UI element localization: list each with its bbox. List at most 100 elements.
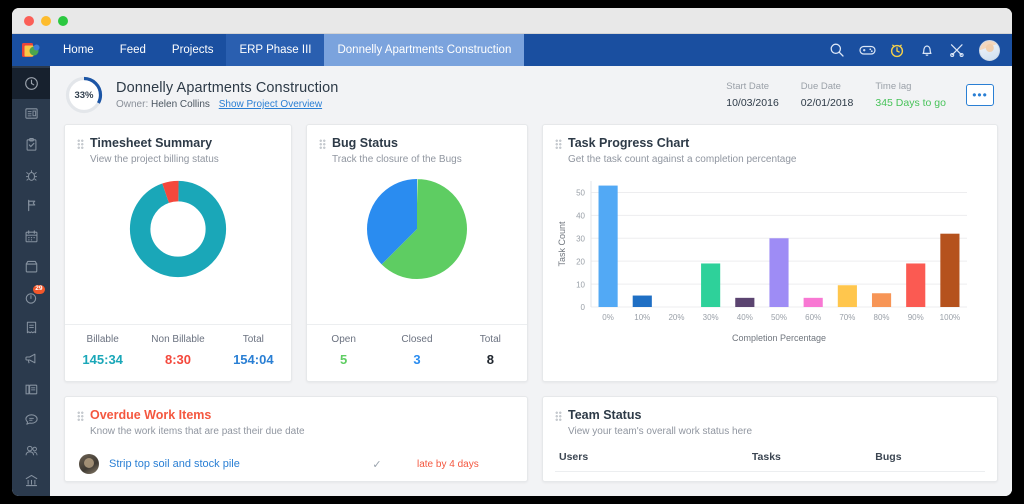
timer-icon[interactable]: [889, 42, 905, 58]
drag-handle-icon[interactable]: [77, 411, 84, 422]
project-meta-group: Start Date 10/03/2016 Due Date 02/01/201…: [726, 81, 946, 109]
svg-text:20: 20: [576, 257, 585, 266]
timesheet-stats: Billable 145:34 Non Billable 8:30 Total …: [65, 324, 291, 367]
meta-due-date: Due Date 02/01/2018: [801, 81, 854, 109]
stat-label: Closed: [380, 334, 453, 345]
meta-time-lag: Time lag 345 Days to go: [875, 81, 946, 109]
sidebar-item-calendar[interactable]: [12, 221, 50, 252]
card-title: Bug Status: [332, 136, 398, 150]
meta-value: 02/01/2018: [801, 97, 854, 109]
svg-text:10%: 10%: [634, 313, 650, 322]
card-subtitle: View your team's overall work status her…: [568, 426, 985, 437]
content-area: 33% Donnelly Apartments Construction Own…: [50, 66, 1012, 496]
card-task-progress-chart: Task Progress Chart Get the task count a…: [542, 124, 998, 382]
meta-value: 345 Days to go: [875, 97, 946, 109]
search-icon[interactable]: [829, 42, 845, 58]
card-overdue-work-items: Overdue Work Items Know the work items t…: [64, 396, 528, 482]
meta-value: 10/03/2016: [726, 97, 779, 109]
column-header-users: Users: [555, 451, 752, 463]
project-title-block: Donnelly Apartments Construction Owner: …: [116, 80, 726, 110]
card-title: Overdue Work Items: [90, 408, 211, 422]
column-header-bugs: Bugs: [875, 451, 985, 463]
card-subtitle: Get the task count against a completion …: [568, 154, 985, 165]
nav-item-home[interactable]: Home: [50, 34, 107, 66]
nav-label: Donnelly Apartments Construction: [337, 44, 511, 56]
app-logo-icon[interactable]: [12, 34, 50, 66]
card-bug-status: Bug Status Track the closure of the Bugs…: [306, 124, 528, 382]
card-header: Bug Status: [319, 136, 515, 150]
nav-item-projects[interactable]: Projects: [159, 34, 227, 66]
svg-text:10: 10: [576, 280, 585, 289]
svg-text:80%: 80%: [874, 313, 890, 322]
nav-item-donnelly-apartments-construction[interactable]: Donnelly Apartments Construction: [324, 34, 524, 66]
drag-handle-icon[interactable]: [555, 411, 562, 422]
dashboard-grid-bottom: Overdue Work Items Know the work items t…: [50, 396, 1012, 482]
sidebar-item-feed[interactable]: [12, 99, 50, 130]
show-project-overview-link[interactable]: Show Project Overview: [219, 99, 322, 110]
card-header: Task Progress Chart: [555, 136, 985, 150]
sidebar-item-dashboard[interactable]: [12, 68, 50, 99]
stat-closed: Closed 3: [380, 334, 453, 367]
progress-ring: 33%: [64, 75, 104, 115]
nav-label: Home: [63, 44, 94, 56]
sidebar-badge: 29: [33, 285, 45, 294]
drag-handle-icon[interactable]: [319, 139, 326, 150]
stat-value: 8: [454, 352, 527, 367]
sidebar-item-tasks[interactable]: [12, 129, 50, 160]
card-subtitle: Track the closure of the Bugs: [332, 154, 515, 165]
sidebar-item-invoices[interactable]: [12, 313, 50, 344]
left-sidebar: 29: [12, 66, 50, 496]
column-header-tasks: Tasks: [752, 451, 875, 463]
sidebar-item-announcements[interactable]: [12, 343, 50, 374]
nav-item-feed[interactable]: Feed: [107, 34, 159, 66]
drag-handle-icon[interactable]: [555, 139, 562, 150]
nav-label: Projects: [172, 44, 214, 56]
nav-label: ERP Phase III: [239, 44, 311, 56]
card-timesheet-summary: Timesheet Summary View the project billi…: [64, 124, 292, 382]
close-button[interactable]: [24, 16, 34, 26]
task-progress-bar-chart: 010203040500%10%20%30%40%50%60%70%80%90%…: [555, 175, 985, 350]
owner-label: Owner:: [116, 99, 148, 110]
stat-value: 8:30: [140, 352, 215, 367]
stat-label: Total: [216, 334, 291, 345]
list-item[interactable]: Strip top soil and stock pile ✓ late by …: [77, 447, 515, 474]
maximize-button[interactable]: [58, 16, 68, 26]
stat-label: Total: [454, 334, 527, 345]
card-team-status: Team Status View your team's overall wor…: [542, 396, 998, 482]
meta-label: Start Date: [726, 81, 779, 92]
nav-icon-group: [817, 34, 1012, 66]
sidebar-item-timesheet[interactable]: 29: [12, 282, 50, 313]
main-body: 29: [12, 66, 1012, 496]
sidebar-item-chat[interactable]: [12, 404, 50, 435]
nav-item-erp-phase-iii[interactable]: ERP Phase III: [226, 34, 324, 66]
user-avatar[interactable]: [979, 40, 1000, 61]
card-title: Task Progress Chart: [568, 136, 689, 150]
tools-icon[interactable]: [949, 42, 965, 58]
check-icon[interactable]: ✓: [347, 458, 407, 471]
stat-value: 3: [380, 352, 453, 367]
progress-percent: 33%: [64, 75, 104, 115]
stat-billable: Billable 145:34: [65, 334, 140, 367]
page-title: Donnelly Apartments Construction: [116, 80, 726, 96]
more-options-button[interactable]: •••: [966, 84, 994, 106]
sidebar-item-documents[interactable]: [12, 251, 50, 282]
sidebar-item-bugs[interactable]: [12, 160, 50, 191]
drag-handle-icon[interactable]: [77, 139, 84, 150]
avatar: [79, 454, 99, 474]
minimize-button[interactable]: [41, 16, 51, 26]
sidebar-item-pages[interactable]: [12, 374, 50, 405]
svg-text:Completion Percentage: Completion Percentage: [732, 333, 826, 343]
sidebar-item-finance[interactable]: [12, 466, 50, 496]
sidebar-item-milestones[interactable]: [12, 190, 50, 221]
svg-text:30: 30: [576, 234, 585, 243]
gamepad-icon[interactable]: [859, 42, 875, 58]
sidebar-item-users[interactable]: [12, 435, 50, 466]
meta-start-date: Start Date 10/03/2016: [726, 81, 779, 109]
project-header: 33% Donnelly Apartments Construction Own…: [50, 66, 1012, 124]
work-item-name[interactable]: Strip top soil and stock pile: [109, 458, 337, 470]
card-subtitle: Know the work items that are past their …: [90, 426, 515, 437]
bell-icon[interactable]: [919, 42, 935, 58]
window-titlebar: [12, 8, 1012, 34]
stat-non-billable: Non Billable 8:30: [140, 334, 215, 367]
card-title: Timesheet Summary: [90, 136, 212, 150]
